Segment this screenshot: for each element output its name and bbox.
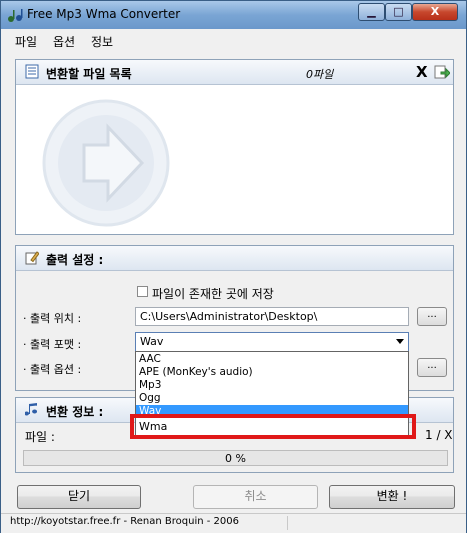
status-text: http://koyotstar.free.fr - Renan Broquin… (10, 516, 239, 527)
menu-file[interactable]: 파일 (15, 33, 37, 50)
save-same-location-label: 파일이 존재한 곳에 저장 (152, 287, 274, 301)
file-list-area[interactable] (18, 85, 451, 233)
save-same-location-checkbox[interactable] (137, 286, 148, 297)
convert-button[interactable]: 변환 ! (329, 485, 455, 509)
browse-location-button[interactable]: ... (417, 307, 447, 326)
add-file-icon[interactable] (434, 64, 450, 80)
music-note-icon (25, 403, 37, 416)
format-option-mp3[interactable]: Mp3 (136, 379, 408, 392)
output-location-input[interactable]: C:\Users\Administrator\Desktop\ (135, 307, 409, 326)
file-list-header: 변환할 파일 목록 0파일 X (16, 60, 453, 85)
format-option-ogg[interactable]: Ogg (136, 392, 408, 405)
file-progress-count: 1 / X (425, 428, 453, 442)
file-list-title: 변환할 파일 목록 (46, 67, 132, 81)
progress-text: 0 % (225, 452, 246, 465)
title-bar[interactable]: Free Mp3 Wma Converter ▁ □ X (1, 1, 466, 29)
maximize-button[interactable]: □ (385, 3, 412, 21)
close-button[interactable]: 닫기 (17, 485, 141, 509)
arrow-watermark-icon (42, 99, 170, 227)
app-window: Free Mp3 Wma Converter ▁ □ X 파일 옵션 정보 변환… (0, 0, 467, 533)
file-list-panel: 변환할 파일 목록 0파일 X (15, 59, 454, 235)
window-title: Free Mp3 Wma Converter (27, 7, 181, 21)
menu-bar: 파일 옵션 정보 (1, 29, 466, 51)
settings-edit-icon (25, 251, 39, 265)
document-list-icon (25, 64, 39, 79)
file-count-label: 0파일 (306, 68, 334, 81)
format-option-ape[interactable]: APE (MonKey's audio) (136, 366, 408, 379)
output-options-button[interactable]: ... (417, 358, 447, 377)
output-format-value: Wav (140, 335, 164, 348)
output-options-label: · 출력 옵션 : (23, 363, 82, 376)
convert-info-title: 변환 정보 : (46, 405, 104, 419)
app-music-icon (8, 9, 23, 22)
menu-info[interactable]: 정보 (91, 33, 113, 50)
output-location-label: · 출력 위치 : (23, 312, 82, 325)
format-option-aac[interactable]: AAC (136, 353, 408, 366)
dropdown-arrow-icon (396, 339, 404, 344)
output-settings-header: 출력 설정 : (16, 246, 453, 271)
cancel-button[interactable]: 취소 (193, 485, 318, 509)
minimize-button[interactable]: ▁ (358, 3, 385, 21)
status-divider (287, 516, 288, 530)
output-format-label: · 출력 포맷 : (23, 338, 82, 351)
conversion-progress-bar: 0 % (23, 450, 448, 466)
output-format-select[interactable]: Wav (135, 332, 409, 352)
output-settings-title: 출력 설정 : (46, 253, 104, 267)
highlight-box (130, 414, 416, 439)
remove-files-icon[interactable]: X (416, 63, 428, 81)
file-label: 파일 : (25, 430, 55, 444)
close-window-button[interactable]: X (412, 3, 458, 21)
status-bar: http://koyotstar.free.fr - Renan Broquin… (1, 513, 466, 533)
menu-options[interactable]: 옵션 (53, 33, 75, 50)
